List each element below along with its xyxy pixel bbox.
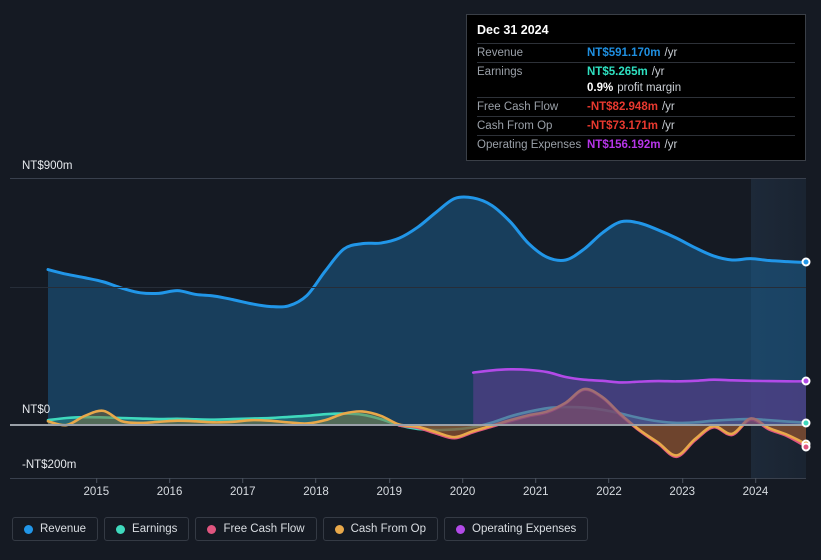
tooltip-date-title: Dec 31 2024 — [477, 23, 549, 37]
legend-item-operating-expenses[interactable]: Operating Expenses — [444, 517, 589, 541]
tooltip-row-value: -NT$73.171m — [587, 120, 658, 132]
tooltip-row-label: Earnings — [477, 66, 523, 78]
gridline-500 — [10, 287, 806, 288]
y-axis-label-zero: NT$0 — [22, 404, 51, 416]
data-tooltip-card: Dec 31 2024 Revenue NT$591.170m/yr Earning… — [466, 14, 806, 161]
tooltip-row-value-wrap: -NT$73.171m/yr — [587, 120, 675, 132]
legend-item-label: Revenue — [40, 523, 87, 535]
tick-mark — [95, 478, 97, 483]
tick-label: 2023 — [669, 486, 696, 498]
tick-label: 2019 — [376, 486, 403, 498]
x-axis-tick-2023: 2023 — [669, 478, 695, 498]
x-axis-tick-2020: 2020 — [449, 478, 476, 498]
tooltip-row-label: Revenue — [477, 47, 524, 59]
x-axis-tick-2021: 2021 — [523, 478, 549, 498]
x-axis-tick-2019: 2019 — [376, 478, 402, 498]
tick-label: 2020 — [449, 486, 476, 498]
tick-mark — [315, 478, 317, 483]
chart-plot-area[interactable] — [0, 178, 806, 478]
financial-chart-app: NT$900m NT$0 -NT$200m 2015 2016 2017 2018 20… — [0, 0, 821, 560]
x-axis-tick-2017: 2017 — [230, 478, 256, 498]
tooltip-row-value-wrap: -NT$82.948m/yr — [587, 101, 675, 113]
tick-label: 2018 — [303, 486, 329, 498]
tick-label: 2022 — [596, 486, 622, 498]
legend-color-dot-icon — [24, 524, 33, 534]
tooltip-row: Earnings NT$5.265m/yr — [477, 62, 795, 81]
legend-item-label: Earnings — [132, 523, 178, 535]
tick-mark — [608, 478, 610, 483]
tick-mark — [388, 478, 390, 483]
tooltip-row-value-wrap: NT$591.170m/yr — [587, 47, 677, 59]
tooltip-row-label: Free Cash Flow — [477, 101, 559, 113]
tooltip-row-value-wrap: NT$5.265m/yr — [587, 66, 665, 78]
legend-item-label: Free Cash Flow — [223, 523, 305, 535]
legend-item-cash-from-op[interactable]: Cash From Op — [322, 517, 439, 541]
tick-label: 2024 — [742, 486, 769, 498]
legend-item-revenue[interactable]: Revenue — [12, 517, 99, 541]
y-axis-label-900: NT$900m — [22, 160, 73, 172]
x-axis-tick-2015: 2015 — [83, 478, 110, 498]
endpoint-marker-revenue — [801, 257, 811, 267]
x-axis-tick-2016: 2016 — [156, 478, 183, 498]
endpoint-marker-free-cash-flow — [801, 442, 811, 452]
tooltip-rows: Revenue NT$591.170m/yr Earnings NT$5.265m/y… — [477, 43, 795, 154]
tick-mark — [754, 478, 756, 483]
tooltip-row: Operating Expenses NT$156.192m/yr — [477, 135, 795, 154]
tooltip-row-unit: /yr — [664, 47, 678, 59]
endpoint-marker-earnings — [801, 418, 811, 428]
chart-legend[interactable]: Revenue Earnings Free Cash Flow Cash From O… — [12, 517, 589, 541]
legend-color-dot-icon — [456, 524, 466, 534]
tick-mark — [462, 478, 464, 483]
legend-item-label: Operating Expenses — [472, 523, 577, 535]
x-axis-tick-2024: 2024 — [742, 478, 769, 498]
tooltip-row-unit: /yr — [661, 101, 675, 113]
tooltip-row-value: -NT$82.948m — [587, 101, 658, 113]
x-axis-tick-2022: 2022 — [596, 478, 622, 498]
tooltip-row-label: Operating Expenses — [477, 139, 582, 151]
tooltip-row: 0.9% profit margin — [477, 81, 795, 97]
tick-label: 2021 — [522, 486, 549, 498]
tick-mark — [535, 478, 537, 483]
tick-mark — [169, 478, 171, 483]
tooltip-row-value: NT$591.170m — [587, 47, 661, 59]
tooltip-row: Free Cash Flow -NT$82.948m/yr — [477, 97, 795, 116]
y-axis-label-neg200: -NT$200m — [22, 459, 77, 471]
gridline-zero — [10, 424, 806, 426]
tooltip-row-value: NT$5.265m — [587, 66, 648, 78]
tick-mark — [681, 478, 683, 483]
x-axis-tick-2018: 2018 — [303, 478, 329, 498]
tooltip-row: Cash From Op -NT$73.171m/yr — [477, 116, 795, 135]
tooltip-row-unit: /yr — [661, 120, 675, 132]
chart-series-svg — [46, 195, 806, 459]
legend-color-dot-icon — [334, 524, 344, 534]
endpoint-marker-operating-expenses — [801, 376, 811, 386]
tooltip-row-label: Cash From Op — [477, 120, 553, 132]
tooltip-row-unit: /yr — [664, 139, 678, 151]
tooltip-row-value-wrap: 0.9% profit margin — [587, 82, 681, 94]
legend-color-dot-icon — [207, 524, 217, 534]
legend-item-label: Cash From Op — [350, 523, 427, 535]
x-axis: 2015 2016 2017 2018 2019 2020 2021 2022 2023 2024 — [0, 478, 821, 508]
tick-label: 2017 — [230, 486, 256, 498]
legend-item-free-cash-flow[interactable]: Free Cash Flow — [195, 517, 317, 541]
tick-label: 2015 — [83, 486, 110, 498]
tooltip-row: Revenue NT$591.170m/yr — [477, 43, 795, 62]
gridline-900 — [10, 178, 806, 179]
tick-label: 2016 — [156, 486, 183, 498]
legend-item-earnings[interactable]: Earnings — [104, 517, 190, 541]
tooltip-row-unit: /yr — [651, 66, 665, 78]
legend-color-dot-icon — [116, 524, 126, 534]
tooltip-row-value: 0.9% — [587, 82, 614, 94]
tooltip-row-value: NT$156.192m — [587, 139, 661, 151]
tooltip-row-value-wrap: NT$156.192m/yr — [587, 139, 677, 151]
tooltip-row-unit: profit margin — [617, 82, 682, 94]
tick-mark — [242, 478, 244, 483]
